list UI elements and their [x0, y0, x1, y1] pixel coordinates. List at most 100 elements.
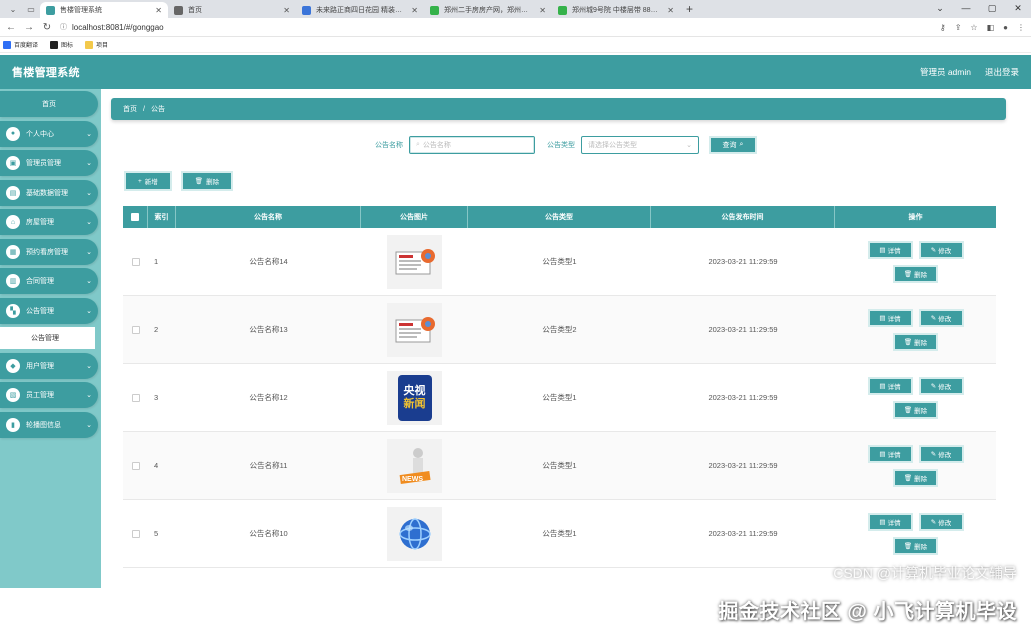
chevron-down-icon: ⌄ [86, 278, 92, 285]
star-icon[interactable]: ☆ [970, 23, 977, 32]
svg-text:NEWS: NEWS [402, 476, 423, 483]
sidebar-item[interactable]: ▧ 员工管理 ⌄ [0, 382, 98, 408]
detail-button[interactable]: ▤ 详情 [867, 240, 913, 259]
row-actions: ▤ 详情 ✎ 修改 🗑 删除 [835, 432, 996, 499]
row-delete-button[interactable]: 🗑 删除 [893, 536, 938, 555]
news-figure-image[interactable]: NEWS [387, 438, 442, 493]
tab-search-icon[interactable]: ⌄ [6, 2, 20, 16]
row-checkbox-cell [123, 296, 148, 363]
new-tab-button[interactable]: + [680, 2, 699, 18]
back-icon[interactable]: ← [6, 22, 16, 33]
share-icon[interactable]: ⇪ [955, 23, 962, 32]
sidebar-item-home[interactable]: 首页 [0, 91, 98, 117]
table-row: 1 公告名称14 公告类型1 2023-03-21 11:29:59 ▤ 详情 ✎ 修改 🗑 删除 [123, 228, 996, 296]
sidebar-item[interactable]: ● 个人中心 ⌄ [0, 120, 98, 147]
table-row: 4 公告名称11 NEWS 公告类型1 2023-03-21 11:29:59 ▤ 详情 ✎ 修… [123, 432, 996, 500]
reload-icon[interactable]: ↻ [42, 22, 52, 33]
tab-list-icon[interactable]: ⌄ [927, 0, 953, 16]
row-checkbox[interactable] [131, 393, 140, 402]
row-image-cell [361, 296, 468, 363]
query-button[interactable]: 查询 ⌕ [709, 136, 757, 154]
edit-button[interactable]: ✎ 修改 [918, 240, 964, 259]
row-index: 2 [154, 325, 159, 334]
row-delete-button[interactable]: 🗑 删除 [893, 468, 938, 487]
breadcrumb-sep: / [143, 105, 145, 113]
sidebar-item[interactable]: ▤ 基础数据管理 ⌄ [0, 179, 98, 206]
row-name: 公告名称10 [249, 529, 288, 538]
key-icon[interactable]: ⚷ [940, 23, 946, 32]
sidebar-item[interactable]: ▥ 合同管理 ⌄ [0, 268, 98, 294]
detail-button[interactable]: ▤ 详情 [867, 444, 913, 463]
bookmark-project[interactable]: 项目 [85, 40, 108, 49]
logout-link[interactable]: 退出登录 [985, 66, 1019, 78]
delete-button[interactable]: 🗑 删除 [180, 171, 234, 191]
row-checkbox-cell [123, 500, 148, 567]
close-tab-icon[interactable]: ✕ [283, 6, 290, 15]
add-button[interactable]: + 新增 [124, 171, 172, 191]
row-checkbox[interactable] [131, 529, 140, 538]
row-time: 2023-03-21 11:29:59 [708, 325, 778, 334]
select-all-checkbox[interactable] [131, 213, 139, 221]
profile-icon[interactable]: ● [1003, 23, 1008, 32]
menu-icon[interactable]: ⋮ [1017, 23, 1025, 32]
news-paper-image[interactable] [387, 302, 442, 357]
edit-button[interactable]: ✎ 修改 [918, 512, 964, 531]
tab-group-icon[interactable]: ▭ [24, 2, 38, 16]
browser-tab[interactable]: 未来路正商四日花园 精装三房 ✕ [296, 2, 424, 18]
close-tab-icon[interactable]: ✕ [411, 6, 418, 15]
sidebar-subitem-notice[interactable]: 公告管理 [0, 327, 95, 349]
minimize-icon[interactable]: — [953, 0, 979, 16]
news-paper-image[interactable] [387, 234, 442, 289]
detail-button[interactable]: ▤ 详情 [867, 512, 913, 531]
table-row: 5 公告名称10 公告类型1 2023-03-21 11:29:59 ▤ 详情 ✎ 修改 🗑 删除 [123, 500, 996, 568]
edit-icon: ✎ [930, 246, 937, 254]
info-icon[interactable]: ⓘ [60, 22, 67, 32]
row-index: 1 [154, 257, 159, 266]
edit-button[interactable]: ✎ 修改 [918, 308, 964, 327]
detail-icon: ▤ [879, 518, 886, 526]
sidebar-item[interactable]: ▮ 轮播图信息 ⌄ [0, 411, 98, 438]
name-input[interactable]: ⌕ 公告名称 [409, 136, 535, 154]
row-delete-button[interactable]: 🗑 删除 [893, 332, 938, 351]
browser-tab[interactable]: 首页 ✕ [168, 2, 296, 18]
close-window-icon[interactable]: ✕ [1005, 0, 1031, 16]
row-delete-button[interactable]: 🗑 删除 [893, 264, 938, 283]
chevron-down-icon: ⌄ [86, 189, 92, 197]
sidebar-item[interactable]: ▣ 管理员管理 ⌄ [0, 150, 98, 176]
cctv-news-image[interactable]: 央视 新闻 [387, 370, 442, 425]
browser-tab[interactable]: 售楼管理系统 ✕ [40, 2, 168, 18]
browser-tab[interactable]: 郑州二手房房产网，郑州二手房 ✕ [424, 2, 552, 18]
breadcrumb-home[interactable]: 首页 [123, 104, 137, 114]
close-tab-icon[interactable]: ✕ [667, 6, 674, 15]
table-header: 索引 公告名称 公告图片 公告类型 公告发布时间 操作 [123, 206, 996, 228]
main-content: 首页 / 公告 公告名称 ⌕ 公告名称 公告类型 请选择公告类型 ⌄ 查询 ⌕ + 新增… [101, 89, 1031, 588]
row-checkbox[interactable] [131, 461, 140, 470]
row-delete-button[interactable]: 🗑 删除 [893, 400, 938, 419]
type-select[interactable]: 请选择公告类型 ⌄ [581, 136, 699, 154]
row-name: 公告名称12 [249, 393, 288, 402]
sidebar-item[interactable]: ▦ 预约看房管理 ⌄ [0, 238, 98, 265]
sidebar-item-label: 员工管理 [26, 392, 54, 399]
row-checkbox[interactable] [131, 257, 140, 266]
edit-button[interactable]: ✎ 修改 [918, 376, 964, 395]
close-tab-icon[interactable]: ✕ [539, 6, 546, 15]
browser-tab[interactable]: 郑州城9号院 中楼层带 88平三房 ✕ [552, 2, 680, 18]
maximize-icon[interactable]: ▢ [979, 0, 1005, 16]
forward-icon[interactable]: → [24, 22, 34, 33]
browser-tab-bar: ⌄ ▭ 售楼管理系统 ✕ 首页 ✕ 未来路正商四日花园 精装三房 ✕ 郑州二手房房产网，郑州… [0, 0, 1031, 18]
detail-button[interactable]: ▤ 详情 [867, 308, 913, 327]
sidebar-item[interactable]: ◆ 用户管理 ⌄ [0, 352, 98, 379]
sidebar-item-label: 基础数据管理 [26, 189, 68, 197]
url-field[interactable]: ⓘ localhost:8081/#/gonggao [60, 22, 932, 32]
sidebar-item[interactable]: ⌂ 房屋管理 ⌄ [0, 209, 98, 235]
sidebar-item[interactable]: ▚ 公告管理 ⌄ [0, 297, 98, 324]
contract-icon: ▥ [6, 274, 20, 288]
globe-image[interactable] [387, 506, 442, 561]
row-checkbox[interactable] [131, 325, 140, 334]
close-tab-icon[interactable]: ✕ [155, 6, 162, 15]
detail-button[interactable]: ▤ 详情 [867, 376, 913, 395]
sidepanel-icon[interactable]: ◧ [987, 23, 995, 32]
bookmark-icons[interactable]: 图标 [50, 40, 73, 49]
bookmark-translate[interactable]: 百度翻译 [3, 40, 38, 49]
edit-button[interactable]: ✎ 修改 [918, 444, 964, 463]
